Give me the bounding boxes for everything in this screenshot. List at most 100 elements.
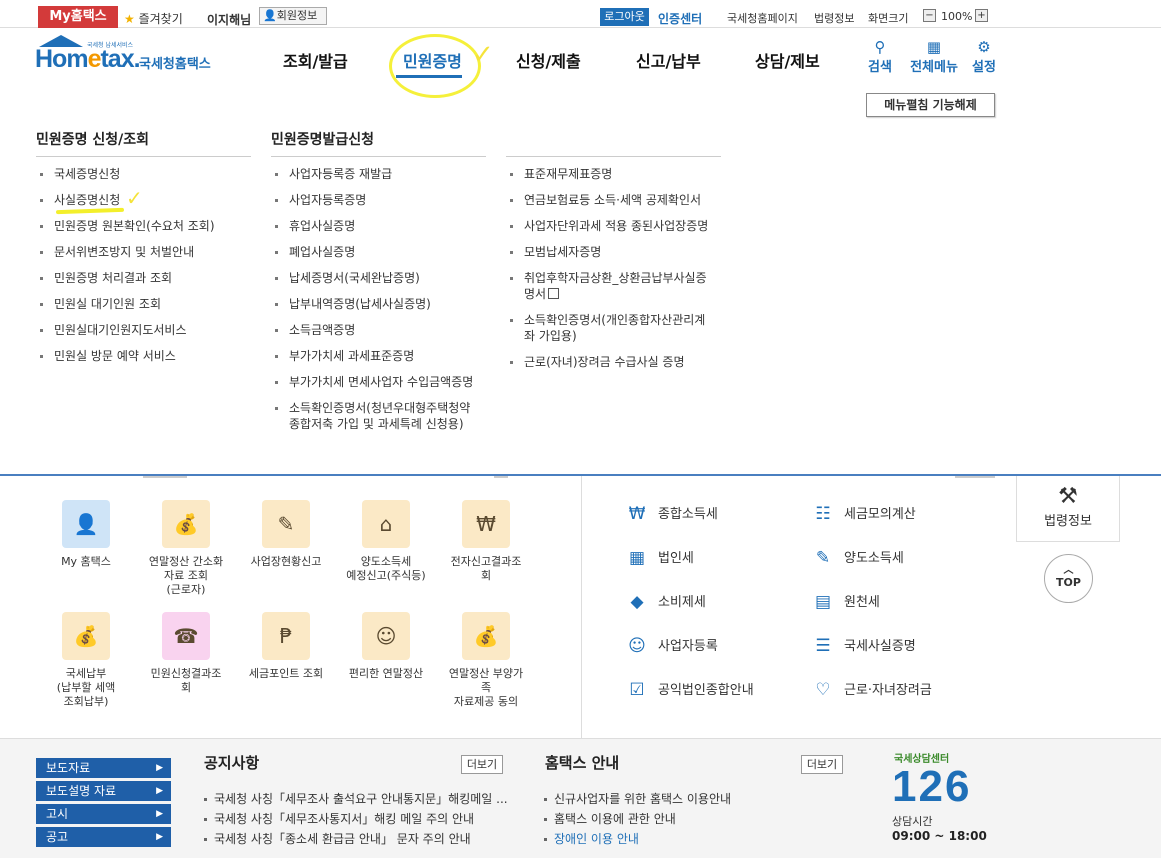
tax-link[interactable]: ▤ 원천세 xyxy=(810,591,880,614)
notice-item[interactable]: 국세청 사칭「종소세 환급금 안내」 문자 주의 안내 xyxy=(202,829,508,849)
menu-item[interactable]: 근로(자녀)장려금 수급사실 증명 xyxy=(506,354,736,370)
quick-item[interactable]: 👤 My 홈택스 xyxy=(46,500,126,569)
zoom-in-button[interactable]: + xyxy=(975,9,988,22)
tax-link[interactable]: ₩ 종합소득세 xyxy=(624,503,718,526)
gnb-report[interactable]: 신고/납부 xyxy=(636,48,701,72)
tax-label: 소비제세 xyxy=(658,595,706,610)
menu-item[interactable]: 부가가치세 과세표준증명 xyxy=(271,348,501,364)
law-info-link[interactable]: 법령정보 xyxy=(814,10,854,26)
menu-expand-off-button[interactable]: 메뉴펼침 기능해제 xyxy=(866,93,995,117)
salary-icon: ▤ xyxy=(814,591,832,612)
menu-item[interactable]: 부가가치세 면세사업자 수입금액증명 xyxy=(271,374,501,390)
chevron-right-icon: ▶ xyxy=(156,832,163,842)
menu-item[interactable]: 민원실대기인원지도서비스 xyxy=(36,322,266,338)
quick-item[interactable]: ⌂ 양도소득세 예정신고(주식등) xyxy=(346,500,426,583)
tax-link[interactable]: ✎ 양도소득세 xyxy=(810,547,904,570)
menu-item[interactable]: 민원증명 원본확인(수요처 조회) xyxy=(36,218,266,234)
menu-item[interactable]: 사업자등록증 재발급 xyxy=(271,166,501,182)
btn-label: 보도자료 xyxy=(46,761,91,775)
menu-item[interactable]: 휴업사실증명 xyxy=(271,218,501,234)
settings-button[interactable]: ⚙ 설정 xyxy=(970,38,998,75)
menu-item[interactable]: 소득금액증명 xyxy=(271,322,501,338)
press-explain-button[interactable]: 보도설명 자료 ▶ xyxy=(36,781,171,801)
nts-homepage-link[interactable]: 국세청홈페이지 xyxy=(727,10,798,26)
gnb-inquiry[interactable]: 조회/발급 xyxy=(283,48,348,72)
all-menu-button[interactable]: ▦ 전체메뉴 xyxy=(907,38,961,75)
menu-item[interactable]: 연금보험료등 소득·세액 공제확인서 xyxy=(506,192,736,208)
logout-button[interactable]: 로그아웃 xyxy=(600,8,649,26)
hometax-logo[interactable]: 국세청 납세서비스 Hometax. 국세청홈택스 xyxy=(35,35,225,79)
divider xyxy=(271,156,486,157)
my-hometax-button[interactable]: My홈택스 xyxy=(38,6,118,28)
menu-item[interactable]: 민원증명 처리결과 조회 xyxy=(36,270,266,286)
favorites-label: 즐겨찾기 xyxy=(138,12,183,26)
center-hours-label: 상담시간 xyxy=(892,815,933,828)
quick-label: 연말정산 간소화 자료 조회 (근로자) xyxy=(148,555,224,596)
quick-item[interactable]: ☎ 민원신청결과조회 xyxy=(146,612,226,695)
tax-link[interactable]: ☺ 사업자등록 xyxy=(624,635,718,658)
menu-item-student-loan[interactable]: 취업후학자금상환_상환금납부사실증 명서 xyxy=(506,270,736,302)
quick-item[interactable]: 💰 국세납부 (납부할 세액 조회납부) xyxy=(46,612,126,709)
notice-item[interactable]: 국세청 사칭「세무조사통지서」해킹 메일 주의 안내 xyxy=(202,809,508,829)
guide-title: 홈택스 안내 xyxy=(545,754,620,772)
menu-item-isa-cert[interactable]: 소득확인증명서(개인종합자산관리계 좌 가입용) xyxy=(506,312,736,344)
quick-item[interactable]: ✎ 사업장현황신고 xyxy=(246,500,326,569)
notice-item[interactable]: 국세청 사칭「세무조사 출석요구 안내통지문」해킹메일 ... xyxy=(202,789,508,809)
headset-icon: ☎ xyxy=(162,612,210,660)
quick-item[interactable]: ☺ 편리한 연말정산 xyxy=(346,612,426,681)
divider xyxy=(581,476,582,738)
guide-more-button[interactable]: 더보기 xyxy=(801,755,843,774)
guide-item[interactable]: 신규사업자를 위한 홈택스 이용안내 xyxy=(542,789,731,809)
menu-item[interactable]: 폐업사실증명 xyxy=(271,244,501,260)
quick-item[interactable]: ₱ 세금포인트 조회 xyxy=(246,612,326,681)
menu-item[interactable]: 민원실 방문 예약 서비스 xyxy=(36,348,266,364)
menu-item[interactable]: 표준재무제표증명 xyxy=(506,166,736,182)
menu-item[interactable]: 모범납세자증명 xyxy=(506,244,736,260)
notice-gosi-button[interactable]: 고시 ▶ xyxy=(36,804,171,824)
quick-label: 양도소득세 예정신고(주식등) xyxy=(346,555,426,582)
menu-item[interactable]: 문서위변조방지 및 처벌안내 xyxy=(36,244,266,260)
member-info-button[interactable]: 👤회원정보 xyxy=(259,7,327,25)
guide-item[interactable]: 장애인 이용 안내 xyxy=(542,829,731,849)
menu-item[interactable]: 사업자단위과세 적용 종된사업장증명 xyxy=(506,218,736,234)
cert-center-link[interactable]: 인증센터 xyxy=(658,10,702,27)
announcement-button[interactable]: 공고 ▶ xyxy=(36,827,171,847)
tax-link[interactable]: ▦ 법인세 xyxy=(624,547,694,570)
line-2: 좌 가입용) xyxy=(524,329,577,343)
mega-col1-list: 국세증명신청사실증명신청민원증명 원본확인(수요처 조회) 문서위변조방지 및 처… xyxy=(36,166,266,374)
menu-item[interactable]: 납부내역증명(납세사실증명) xyxy=(271,296,501,312)
quick-item[interactable]: 💰 연말정산 부양가족 자료제공 동의 xyxy=(446,612,526,709)
screen-size-label: 화면크기 xyxy=(868,12,909,25)
gnb-consult[interactable]: 상담/제보 xyxy=(755,48,820,72)
guide-item[interactable]: 홈택스 이용에 관한 안내 xyxy=(542,809,731,829)
menu-item[interactable]: 사업자등록증명 xyxy=(271,192,501,208)
quick-item[interactable]: ₩ 전자신고결과조회 xyxy=(446,500,526,583)
menu-item-income-cert[interactable]: 소득확인증명서(청년우대형주택청약 종합저축 가입 및 과세특례 신청용) xyxy=(271,400,501,432)
press-release-button[interactable]: 보도자료 ▶ xyxy=(36,758,171,778)
money-bag-icon: 💰 xyxy=(162,500,210,548)
tax-link[interactable]: ☑ 공익법인종합안내 xyxy=(624,679,753,702)
tax-link[interactable]: ☷ 세금모의계산 xyxy=(810,503,915,526)
quick-item[interactable]: 💰 연말정산 간소화 자료 조회 (근로자) xyxy=(146,500,226,597)
money-bag-icon: 💰 xyxy=(462,612,510,660)
menu-item[interactable]: 국세증명신청 xyxy=(36,166,266,182)
tax-link[interactable]: ☰ 국세사실증명 xyxy=(810,635,915,658)
gnb-apply[interactable]: 신청/제출 xyxy=(516,48,581,72)
menu-item[interactable]: 민원실 대기인원 조회 xyxy=(36,296,266,312)
top-button[interactable]: ︿ TOP xyxy=(1044,554,1093,603)
notice-more-button[interactable]: 더보기 xyxy=(461,755,503,774)
law-info-button[interactable]: ⚒ 법령정보 xyxy=(1016,476,1120,542)
zoom-out-button[interactable]: − xyxy=(923,9,936,22)
menu-item[interactable]: 사실증명신청 xyxy=(36,192,266,208)
btn-label: 보도설명 자료 xyxy=(46,784,117,798)
tax-link[interactable]: ♡ 근로·자녀장려금 xyxy=(810,679,931,702)
search-button[interactable]: ⚲ 검색 xyxy=(866,38,894,75)
menu-item[interactable]: 납세증명서(국세완납증명) xyxy=(271,270,501,286)
tax-link[interactable]: ◆ 소비제세 xyxy=(624,591,706,614)
logo-org: 국세청홈택스 xyxy=(139,57,211,72)
favorites-link[interactable]: ★ 즐겨찾기 xyxy=(124,10,183,27)
document-house-icon: ✎ xyxy=(815,547,831,568)
money-bag-icon: 💰 xyxy=(62,612,110,660)
logo-wordmark: Hometax. xyxy=(35,45,141,73)
quick-label: 민원신청결과조회 xyxy=(150,667,222,694)
